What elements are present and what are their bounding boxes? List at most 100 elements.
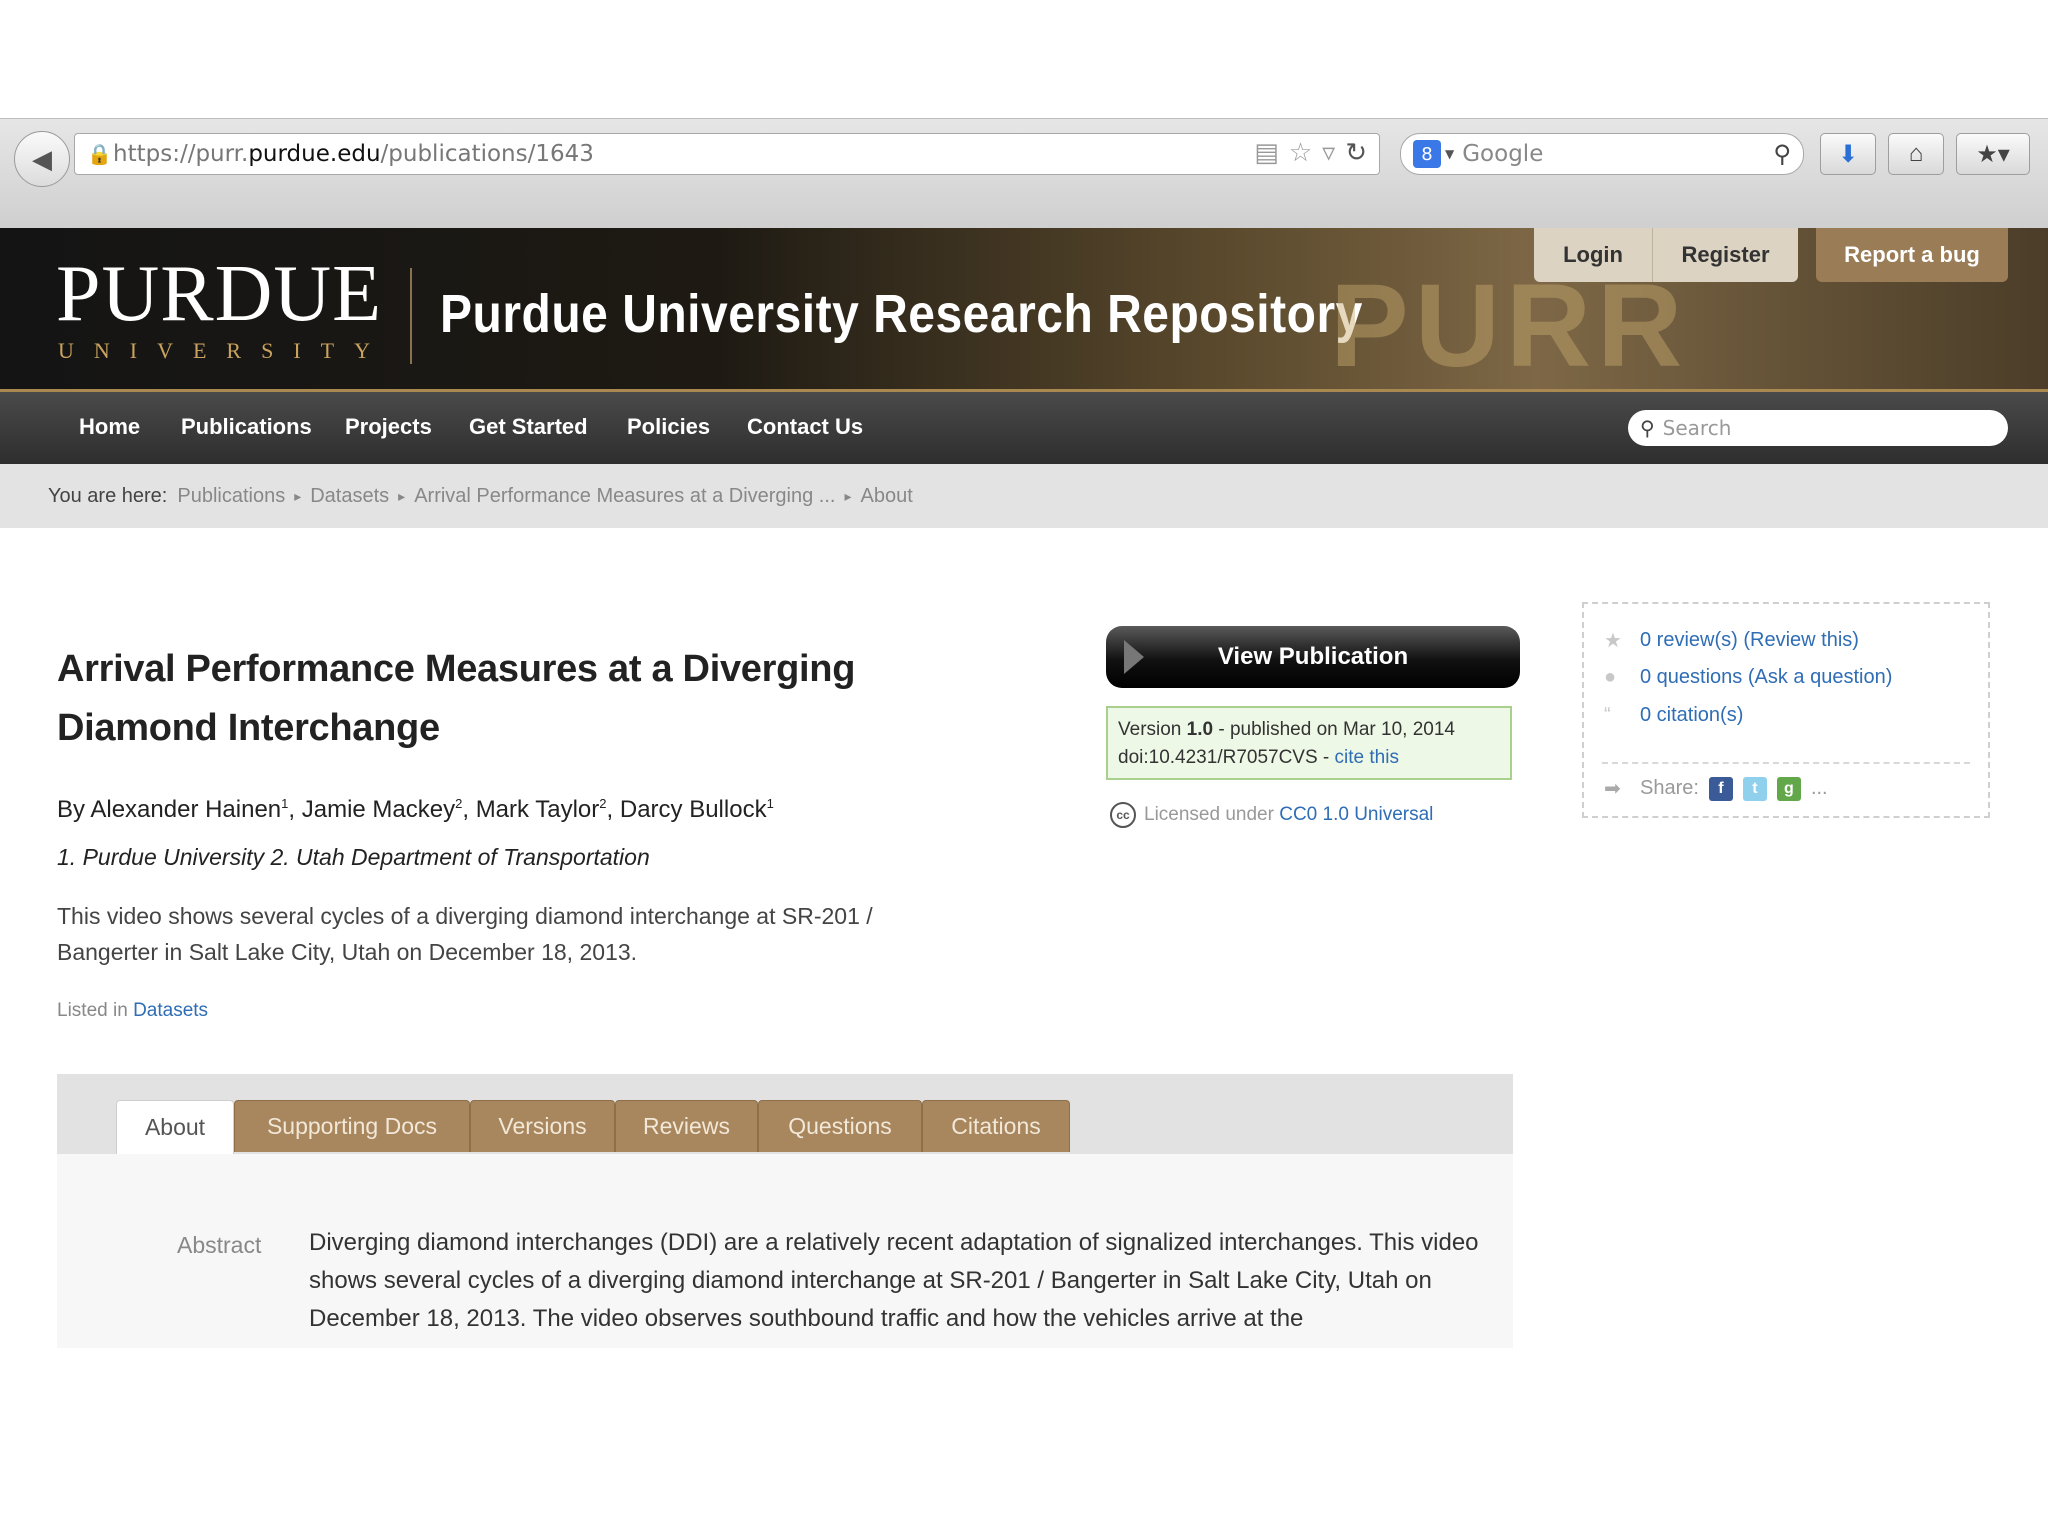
version-number: 1.0: [1186, 719, 1214, 740]
browser-search-input[interactable]: 8 ▼ Google ⚲: [1400, 133, 1804, 175]
search-placeholder: Search: [1662, 416, 1732, 440]
breadcrumb-item-publications[interactable]: Publications: [177, 485, 285, 508]
tab-supporting-docs[interactable]: Supporting Docs: [234, 1100, 470, 1152]
abstract-section: Abstract Diverging diamond interchanges …: [57, 1154, 1513, 1348]
breadcrumb-separator-icon: ▸: [844, 487, 852, 504]
license-link[interactable]: CC0 1.0 Universal: [1279, 804, 1433, 826]
publication-summary: This video shows several cycles of a div…: [57, 903, 873, 965]
quote-icon: “: [1604, 704, 1611, 726]
login-button[interactable]: Login: [1534, 228, 1652, 282]
breadcrumb-item-datasets[interactable]: Datasets: [310, 485, 389, 508]
view-publication-button[interactable]: View Publication: [1106, 626, 1520, 688]
tab-versions[interactable]: Versions: [470, 1100, 615, 1152]
url-host: purdue.edu: [248, 141, 381, 167]
reload-icon[interactable]: ↻: [1345, 138, 1367, 168]
breadcrumb-item-about: About: [860, 484, 913, 507]
nav-item-contact-us[interactable]: Contact Us: [747, 414, 863, 440]
author-affiliation-marker: 2: [599, 796, 607, 811]
tab-citations[interactable]: Citations: [922, 1100, 1070, 1152]
version-info: Version 1.0 - published on Mar 10, 2014 …: [1106, 706, 1512, 780]
author-affiliation-marker: 1: [766, 796, 774, 811]
reviews-link[interactable]: 0 review(s) (Review this): [1640, 629, 1859, 652]
google-icon[interactable]: g: [1776, 776, 1801, 801]
download-icon[interactable]: ⬇: [1820, 133, 1876, 175]
nav-item-publications[interactable]: Publications: [181, 414, 312, 440]
share-label: Share:: [1640, 777, 1699, 799]
cite-this-link[interactable]: cite this: [1335, 747, 1399, 768]
published-date: - published on Mar 10, 2014: [1218, 719, 1455, 740]
site-header: PURDUE UNIVERSITY Purdue University Rese…: [0, 228, 2048, 392]
author-name[interactable]: Jamie Mackey: [302, 796, 455, 823]
author-name[interactable]: Darcy Bullock: [620, 796, 767, 823]
nav-item-policies[interactable]: Policies: [627, 414, 710, 440]
author-affiliation-marker: 2: [455, 796, 463, 811]
breadcrumb: You are here: Publications ▸ Datasets ▸ …: [0, 464, 2048, 528]
share-row: ➡ Share: f t g ...: [1604, 776, 1828, 801]
logo-divider: [410, 268, 412, 364]
google-engine-icon[interactable]: 8: [1413, 140, 1441, 168]
breadcrumb-separator-icon: ▸: [398, 487, 406, 504]
page-title: Arrival Performance Measures at a Diverg…: [57, 648, 856, 749]
nav-item-home[interactable]: Home: [79, 414, 140, 440]
register-button[interactable]: Register: [1652, 228, 1798, 282]
breadcrumb-label: You are here:: [48, 484, 168, 507]
nav-item-projects[interactable]: Projects: [345, 414, 432, 440]
tab-questions[interactable]: Questions: [758, 1100, 922, 1152]
speech-bubble-icon: ●: [1604, 666, 1617, 688]
search-icon[interactable]: ⚲: [1773, 140, 1791, 168]
share-more-link[interactable]: ...: [1811, 777, 1828, 800]
listed-in-datasets-link[interactable]: Datasets: [133, 1000, 208, 1021]
bookmark-star-icon[interactable]: ☆: [1289, 138, 1312, 168]
affiliations: 1. Purdue University 2. Utah Department …: [57, 844, 650, 870]
meta-divider: [1602, 762, 1970, 764]
search-icon: ⚲: [1640, 416, 1655, 440]
share-arrow-icon: ➡: [1604, 778, 1621, 800]
star-icon: ★: [1604, 630, 1622, 652]
site-search-input[interactable]: ⚲ Search: [1628, 410, 2008, 446]
bookmarks-menu-icon[interactable]: ★▾: [1956, 133, 2030, 175]
reviews-row: ★ 0 review(s) (Review this): [1604, 628, 1859, 653]
questions-row: ● 0 questions (Ask a question): [1604, 666, 1892, 689]
browser-toolbar: ◀ 🔒 https://purr. purdue.edu/publications…: [0, 118, 2048, 230]
by-label: By: [57, 796, 86, 823]
creative-commons-icon: cc: [1110, 802, 1136, 828]
breadcrumb-item-publication[interactable]: Arrival Performance Measures at a Diverg…: [414, 485, 835, 508]
url-prefix: https://purr.: [113, 141, 249, 167]
play-icon: [1124, 640, 1144, 674]
facebook-icon[interactable]: f: [1708, 776, 1733, 801]
citations-link[interactable]: 0 citation(s): [1640, 704, 1743, 727]
twitter-icon[interactable]: t: [1742, 776, 1767, 801]
author-affiliation-marker: 1: [281, 796, 289, 811]
tab-reviews[interactable]: Reviews: [615, 1100, 758, 1152]
license-info: cc Licensed under CC0 1.0 Universal: [1110, 802, 1433, 828]
reader-icon[interactable]: ▤: [1254, 138, 1279, 168]
license-prefix: Licensed under: [1144, 804, 1274, 825]
author-list: By Alexander Hainen1, Jamie Mackey2, Mar…: [57, 796, 774, 823]
lock-icon: 🔒: [87, 142, 112, 166]
citations-row: “ 0 citation(s): [1604, 704, 1743, 727]
author-name[interactable]: Mark Taylor: [476, 796, 600, 823]
site-title[interactable]: Purdue University Research Repository: [440, 284, 1363, 346]
abstract-text: Diverging diamond interchanges (DDI) are…: [309, 1229, 1479, 1332]
report-bug-button[interactable]: Report a bug: [1816, 228, 2008, 282]
home-icon[interactable]: ⌂: [1888, 133, 1944, 175]
nav-item-get-started[interactable]: Get Started: [469, 414, 588, 440]
tab-about[interactable]: About: [116, 1100, 234, 1154]
author-name[interactable]: Alexander Hainen: [90, 796, 281, 823]
version-prefix: Version: [1118, 719, 1182, 740]
publication-meta-box: ★ 0 review(s) (Review this) ● 0 question…: [1582, 602, 1990, 818]
purdue-logo[interactable]: PURDUE: [56, 254, 382, 334]
chevron-down-icon[interactable]: ▼: [1445, 147, 1454, 161]
questions-link[interactable]: 0 questions (Ask a question): [1640, 666, 1892, 689]
listed-in: Listed in Datasets: [57, 1000, 208, 1022]
doi: doi:10.4231/R7057CVS -: [1118, 747, 1330, 768]
purdue-logo-sub: UNIVERSITY: [58, 338, 390, 363]
abstract-label: Abstract: [177, 1232, 262, 1258]
history-dropdown-icon[interactable]: ▿: [1322, 138, 1335, 168]
url-path: /publications/1643: [380, 141, 594, 167]
breadcrumb-separator-icon: ▸: [294, 487, 302, 504]
view-publication-label: View Publication: [1217, 643, 1409, 670]
back-icon[interactable]: ◀: [14, 131, 70, 187]
url-bar[interactable]: 🔒 https://purr. purdue.edu/publications/1…: [74, 133, 1380, 175]
main-nav: Home Publications Projects Get Started P…: [0, 392, 2048, 464]
